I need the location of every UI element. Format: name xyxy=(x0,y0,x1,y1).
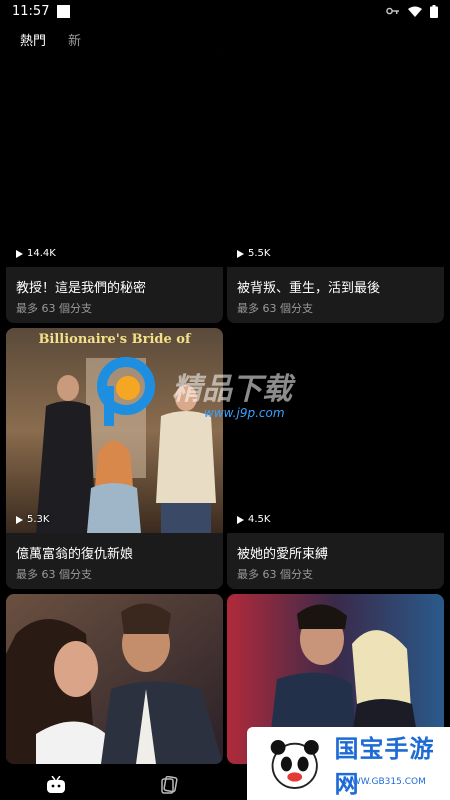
poster-title: Billionaire's Bride of xyxy=(38,332,191,347)
story-card[interactable]: 5.5K 被背叛、重生，活到最後 最多 63 個分支 xyxy=(227,50,444,323)
story-cover: 5.5K xyxy=(227,50,444,267)
play-icon xyxy=(237,515,244,524)
play-icon xyxy=(237,249,244,258)
panda-icon xyxy=(270,739,319,789)
story-card[interactable]: Billionaire's Bride of 5.3K 億萬富翁的復仇新娘 最多… xyxy=(6,328,223,589)
story-info: 億萬富翁的復仇新娘 最多 63 個分支 xyxy=(6,533,223,589)
view-count: 14.4K xyxy=(16,248,56,259)
story-info: 被她的愛所束縛 最多 63 個分支 xyxy=(227,533,444,589)
notification-icon xyxy=(57,4,71,18)
category-tabs: 熱門 新 xyxy=(20,30,81,49)
story-branches: 最多 63 個分支 xyxy=(237,568,313,581)
story-cover: Billionaire's Bride of 5.3K xyxy=(6,328,223,533)
status-left: 11:57 xyxy=(12,3,71,19)
story-card[interactable]: 4.5K 被她的愛所束縛 最多 63 個分支 xyxy=(227,328,444,589)
tab-hot[interactable]: 熱門 xyxy=(20,30,46,49)
play-icon xyxy=(16,249,23,258)
story-title: 被她的愛所束縛 xyxy=(237,547,329,562)
story-card[interactable]: 14.4K 教授！這是我們的秘密 最多 63 個分支 xyxy=(6,50,223,323)
story-card[interactable] xyxy=(6,594,223,764)
cards-icon[interactable] xyxy=(160,776,178,794)
view-count-value: 4.5K xyxy=(248,514,271,525)
badge-url: WWW.GB315.COM xyxy=(343,777,426,787)
view-count-value: 5.5K xyxy=(248,248,271,259)
home-tv-icon[interactable] xyxy=(46,776,66,794)
view-count-value: 14.4K xyxy=(27,248,56,259)
story-cover: 4.5K xyxy=(227,328,444,533)
story-title: 被背叛、重生，活到最後 xyxy=(237,281,381,296)
status-right xyxy=(386,4,438,18)
story-cover xyxy=(6,594,223,764)
story-branches: 最多 63 個分支 xyxy=(16,568,92,581)
poster-illustration xyxy=(6,328,223,533)
view-count: 5.3K xyxy=(16,514,49,525)
status-bar: 11:57 xyxy=(0,0,450,22)
story-title: 億萬富翁的復仇新娘 xyxy=(16,547,134,562)
view-count: 4.5K xyxy=(237,514,270,525)
story-info: 教授！這是我們的秘密 最多 63 個分支 xyxy=(6,267,223,323)
story-info: 被背叛、重生，活到最後 最多 63 個分支 xyxy=(227,267,444,323)
battery-icon xyxy=(430,4,438,18)
story-branches: 最多 63 個分支 xyxy=(16,302,92,315)
cover-illustration xyxy=(6,594,223,764)
story-branches: 最多 63 個分支 xyxy=(237,302,313,315)
site-badge: 国宝手游网 WWW.GB315.COM xyxy=(247,727,450,800)
wifi-icon xyxy=(408,6,422,17)
story-cover: 14.4K xyxy=(6,50,223,267)
view-count-value: 5.3K xyxy=(27,514,50,525)
wifi-key-icon xyxy=(386,7,399,15)
status-time: 11:57 xyxy=(12,3,50,19)
play-icon xyxy=(16,515,23,524)
view-count: 5.5K xyxy=(237,248,270,259)
badge-text: 国宝手游网 xyxy=(334,734,435,798)
tab-new[interactable]: 新 xyxy=(68,30,81,49)
story-title: 教授！這是我們的秘密 xyxy=(16,281,147,296)
